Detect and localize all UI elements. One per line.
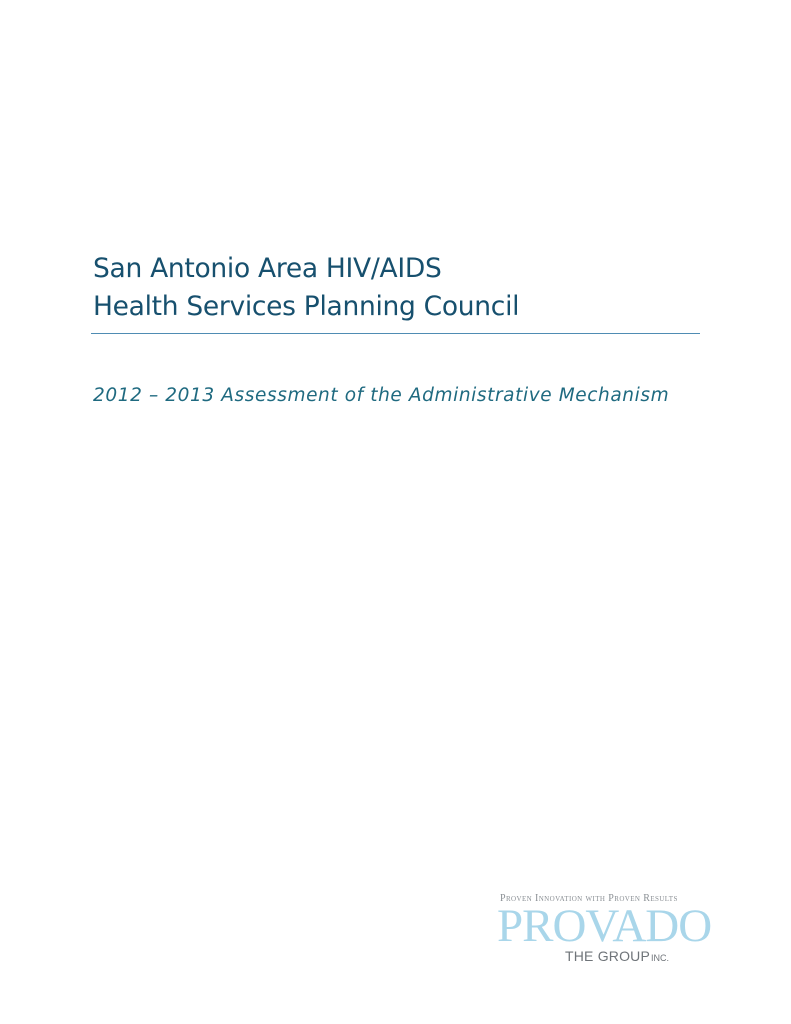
logo-wordmark: PROVADO bbox=[497, 900, 712, 952]
document-title-line-1: San Antonio Area HIV/AIDS bbox=[93, 253, 442, 284]
provado-logo: Proven Innovation with Proven Results PR… bbox=[497, 893, 719, 967]
logo-inc-text: INC. bbox=[651, 953, 670, 963]
logo-group-line: THE GROUPINC. bbox=[565, 948, 669, 964]
document-title-line-2: Health Services Planning Council bbox=[93, 291, 520, 322]
document-subtitle: 2012 – 2013 Assessment of the Administra… bbox=[93, 385, 670, 406]
title-divider bbox=[91, 333, 700, 334]
logo-group-text: THE GROUP bbox=[565, 948, 651, 964]
document-page: San Antonio Area HIV/AIDS Health Service… bbox=[0, 0, 791, 1024]
title-block: San Antonio Area HIV/AIDS Health Service… bbox=[93, 250, 700, 326]
